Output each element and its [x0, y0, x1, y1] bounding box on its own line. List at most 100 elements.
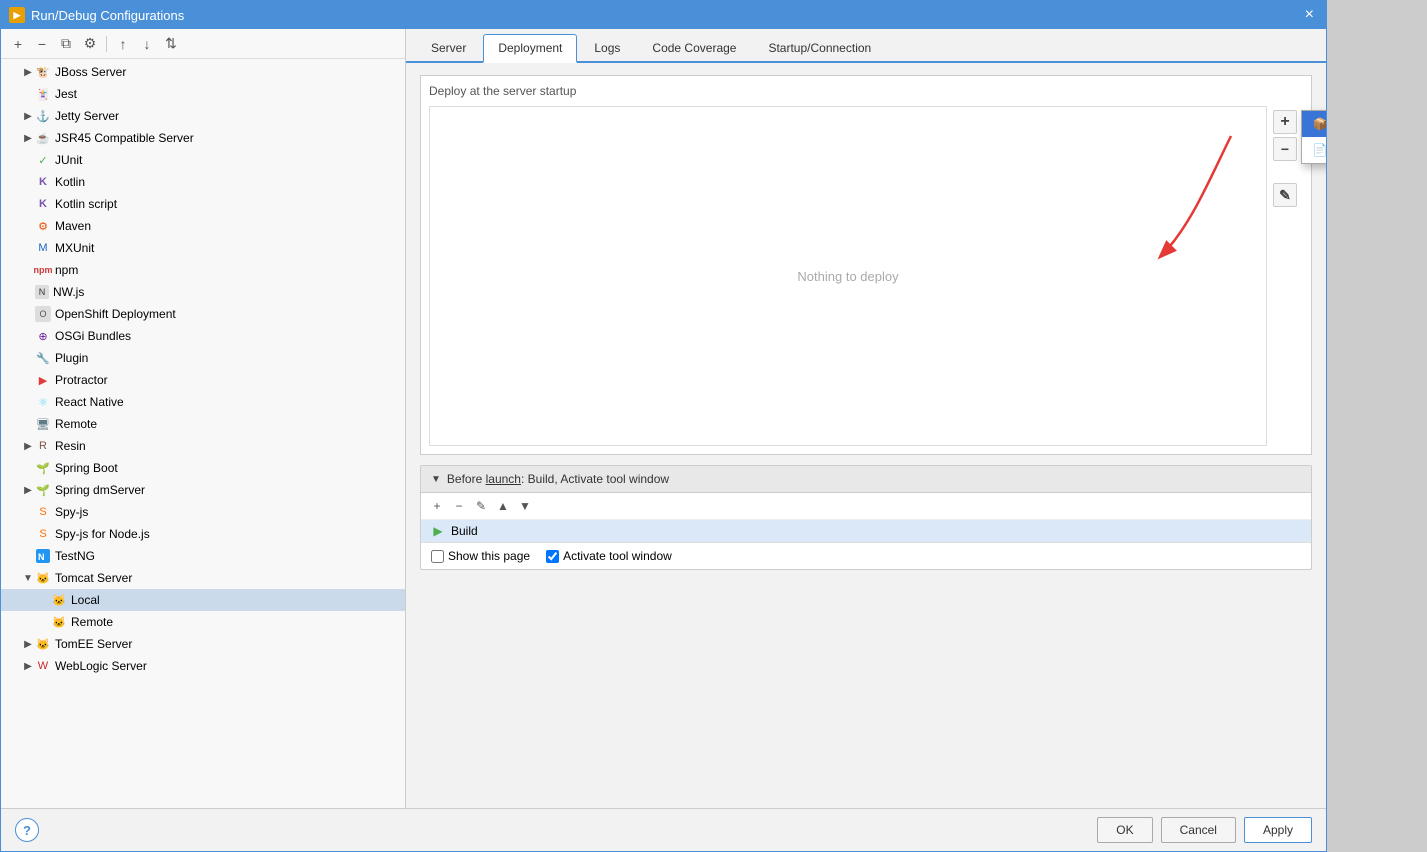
run-debug-dialog: ▶ Run/Debug Configurations × + − ⧉ ⚙ ↑ ↓…	[0, 0, 1327, 852]
kotlin-script-icon: K	[35, 196, 51, 212]
tree-item-jboss[interactable]: ▶ 🐮 JBoss Server	[1, 61, 405, 83]
spacer-tomcat-local	[37, 593, 51, 607]
bl-remove-button[interactable]: −	[449, 496, 469, 516]
bl-add-button[interactable]: +	[427, 496, 447, 516]
dialog-footer: ? OK Cancel Apply	[1, 808, 1326, 851]
config-tree: ▶ 🐮 JBoss Server 🃏 Jest ▶ ⚓ Jetty Server	[1, 59, 405, 808]
tree-item-plugin[interactable]: 🔧 Plugin	[1, 347, 405, 369]
dropdown-artifact[interactable]: 📦 Artifact...	[1302, 111, 1326, 137]
tree-item-tomee[interactable]: ▶ 🐱 TomEE Server	[1, 633, 405, 655]
right-panel: Server Deployment Logs Code Coverage Sta…	[406, 29, 1326, 808]
remove-config-button[interactable]: −	[31, 33, 53, 55]
react-native-label: React Native	[55, 395, 124, 409]
remote-label: Remote	[55, 417, 97, 431]
add-deploy-dropdown: 📦 Artifact... 📄 External Source...	[1301, 110, 1326, 164]
move-up-button[interactable]: ↑	[112, 33, 134, 55]
add-config-button[interactable]: +	[7, 33, 29, 55]
bl-down-button[interactable]: ▼	[515, 496, 535, 516]
tree-item-tomcat-local[interactable]: 🐱 Local	[1, 589, 405, 611]
tree-item-testng[interactable]: N TestNG	[1, 545, 405, 567]
testng-label: TestNG	[55, 549, 95, 563]
apply-button[interactable]: Apply	[1244, 817, 1312, 843]
tab-code-coverage[interactable]: Code Coverage	[637, 34, 751, 61]
tree-item-kotlin-script[interactable]: K Kotlin script	[1, 193, 405, 215]
tree-item-spring-dm[interactable]: ▶ 🌱 Spring dmServer	[1, 479, 405, 501]
tree-item-kotlin[interactable]: K Kotlin	[1, 171, 405, 193]
activate-window-text: Activate tool window	[563, 549, 672, 563]
remove-deploy-button[interactable]: −	[1273, 137, 1297, 161]
tree-item-weblogic[interactable]: ▶ W WebLogic Server	[1, 655, 405, 677]
spacer-kotlin-script	[21, 197, 35, 211]
show-page-label[interactable]: Show this page	[431, 549, 530, 563]
spring-dm-icon: 🌱	[35, 482, 51, 498]
tomee-label: TomEE Server	[55, 637, 132, 651]
tree-item-react-native[interactable]: ⚛ React Native	[1, 391, 405, 413]
resin-icon: R	[35, 438, 51, 454]
jest-label: Jest	[55, 87, 77, 101]
edit-deploy-button[interactable]: ✎	[1273, 183, 1297, 207]
tree-item-tomcat-remote[interactable]: 🐱 Remote	[1, 611, 405, 633]
tab-deployment[interactable]: Deployment	[483, 34, 577, 63]
tab-logs[interactable]: Logs	[579, 34, 635, 61]
tree-item-spy-js-node[interactable]: S Spy-js for Node.js	[1, 523, 405, 545]
collapse-before-launch[interactable]: ▼	[431, 474, 441, 485]
close-button[interactable]: ×	[1301, 5, 1318, 25]
dropdown-external-source[interactable]: 📄 External Source...	[1302, 137, 1326, 163]
sort-button[interactable]: ⇅	[160, 33, 182, 55]
activate-window-checkbox[interactable]	[546, 550, 559, 563]
build-label: Build	[451, 524, 478, 538]
tomcat-icon: 🐱	[35, 570, 51, 586]
help-button[interactable]: ?	[15, 818, 39, 842]
empty-deploy-text: Nothing to deploy	[797, 269, 898, 284]
tree-item-jsr45[interactable]: ▶ ☕ JSR45 Compatible Server	[1, 127, 405, 149]
expand-jetty: ▶	[21, 109, 35, 123]
spacer-protractor	[21, 373, 35, 387]
tree-item-osgi[interactable]: ⊕ OSGi Bundles	[1, 325, 405, 347]
bl-up-button[interactable]: ▲	[493, 496, 513, 516]
tree-item-mxunit[interactable]: M MXUnit	[1, 237, 405, 259]
tab-startup-connection[interactable]: Startup/Connection	[753, 34, 886, 61]
tree-item-openshift[interactable]: O OpenShift Deployment	[1, 303, 405, 325]
deploy-list-area: Nothing to deploy	[429, 106, 1267, 446]
before-launch-title-text: Before	[447, 472, 486, 486]
copy-config-button[interactable]: ⧉	[55, 33, 77, 55]
settings-config-button[interactable]: ⚙	[79, 33, 101, 55]
spacer-mxunit	[21, 241, 35, 255]
title-bar: ▶ Run/Debug Configurations ×	[1, 1, 1326, 29]
tree-item-tomcat[interactable]: ▼ 🐱 Tomcat Server	[1, 567, 405, 589]
tree-item-jetty[interactable]: ▶ ⚓ Jetty Server	[1, 105, 405, 127]
tree-item-spring-boot[interactable]: 🌱 Spring Boot	[1, 457, 405, 479]
spy-js-node-label: Spy-js for Node.js	[55, 527, 150, 541]
tree-item-jest[interactable]: 🃏 Jest	[1, 83, 405, 105]
spy-js-node-icon: S	[35, 526, 51, 542]
tree-item-junit[interactable]: ✓ JUnit	[1, 149, 405, 171]
dialog-icon: ▶	[9, 7, 25, 23]
react-native-icon: ⚛	[35, 394, 51, 410]
tab-server[interactable]: Server	[416, 34, 481, 61]
openshift-label: OpenShift Deployment	[55, 307, 176, 321]
spacer-remote	[21, 417, 35, 431]
expand-jsr45: ▶	[21, 131, 35, 145]
show-page-text: Show this page	[448, 549, 530, 563]
jsr45-label: JSR45 Compatible Server	[55, 131, 194, 145]
tree-item-nwjs[interactable]: N NW.js	[1, 281, 405, 303]
tree-item-maven[interactable]: ⚙ Maven	[1, 215, 405, 237]
cancel-button[interactable]: Cancel	[1161, 817, 1236, 843]
tree-item-remote[interactable]: 🖥 Remote	[1, 413, 405, 435]
build-row: ▶ Build	[421, 520, 1311, 543]
nwjs-label: NW.js	[53, 285, 84, 299]
bl-edit-button[interactable]: ✎	[471, 496, 491, 516]
tree-item-npm[interactable]: npm npm	[1, 259, 405, 281]
junit-label: JUnit	[55, 153, 82, 167]
expand-tomee: ▶	[21, 637, 35, 651]
jetty-label: Jetty Server	[55, 109, 119, 123]
move-down-button[interactable]: ↓	[136, 33, 158, 55]
ok-button[interactable]: OK	[1097, 817, 1152, 843]
show-page-checkbox[interactable]	[431, 550, 444, 563]
activate-window-label[interactable]: Activate tool window	[546, 549, 672, 563]
testng-icon: N	[35, 548, 51, 564]
add-deploy-button[interactable]: +	[1273, 110, 1297, 134]
tree-item-resin[interactable]: ▶ R Resin	[1, 435, 405, 457]
tree-item-spy-js[interactable]: S Spy-js	[1, 501, 405, 523]
tree-item-protractor[interactable]: ▶ Protractor	[1, 369, 405, 391]
